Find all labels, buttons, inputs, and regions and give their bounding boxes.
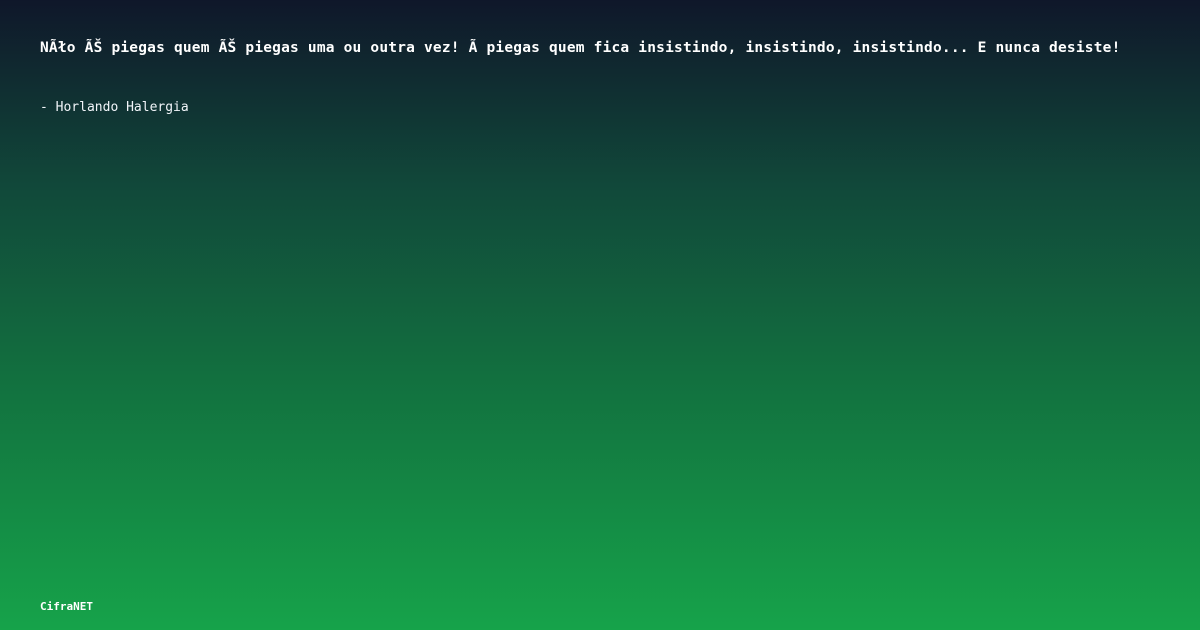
quote-author: - Horlando Halergia [40, 100, 189, 115]
brand-name: CifraNET [40, 600, 93, 613]
quote-text: NÃło ÃŠ piegas quem ÃŠ piegas uma ou out… [40, 40, 1121, 56]
quote-card: NÃło ÃŠ piegas quem ÃŠ piegas uma ou out… [0, 0, 1200, 630]
